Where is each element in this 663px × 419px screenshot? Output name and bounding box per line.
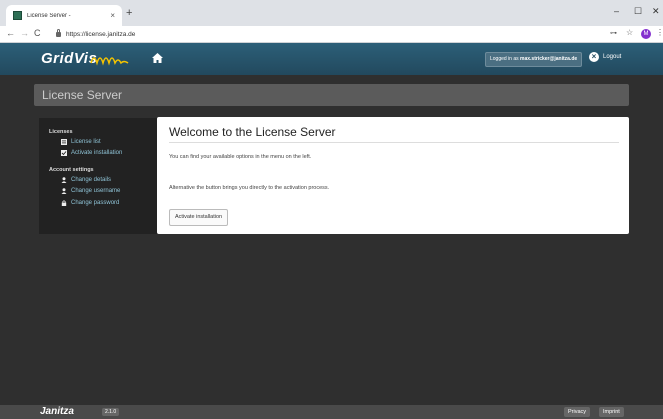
logged-in-badge: Logged in as max.stricker@janitza.de (485, 52, 583, 67)
tab-title: License Server - (27, 12, 71, 19)
sidebar-item-change-password[interactable]: Change password (61, 200, 119, 206)
sidebar-item-change-details[interactable]: Change details (61, 177, 111, 183)
profile-avatar[interactable]: M (641, 29, 651, 39)
imprint-link[interactable]: Imprint (599, 407, 624, 417)
favicon-icon (13, 11, 22, 20)
url-input[interactable]: https://license.janitza.de (56, 28, 596, 40)
sidebar-item-label: Change details (71, 177, 112, 183)
sidebar-item-label: License list (71, 139, 101, 145)
logout-label: Logout (603, 54, 622, 60)
privacy-link[interactable]: Privacy (564, 407, 591, 417)
new-tab-button[interactable]: + (126, 8, 132, 19)
lock-icon (61, 200, 67, 206)
sidebar-item-label: Change password (71, 200, 120, 206)
version-badge: 2.1.0 (102, 408, 120, 416)
licenses-heading: Licenses (49, 129, 73, 135)
browser-tab-bar: License Server - × + – ☐ ✕ (0, 0, 663, 26)
reload-button[interactable]: C (34, 28, 41, 39)
footer: Janitza 2.1.0 Privacy Imprint (0, 405, 663, 419)
checkbox-icon (61, 150, 67, 156)
page-title: License Server (42, 88, 123, 102)
close-circle-icon: × (589, 52, 599, 62)
sidebar-item-license-list[interactable]: License list (61, 139, 101, 145)
back-button[interactable]: ← (6, 28, 15, 39)
maximize-button[interactable]: ☐ (634, 6, 642, 16)
sidebar-item-change-username[interactable]: Change username (61, 188, 120, 194)
welcome-card: Welcome to the License Server You can fi… (157, 117, 629, 234)
sidebar: Licenses License list Activate installat… (39, 118, 157, 234)
logout-button[interactable]: × Logout (589, 52, 621, 62)
janitza-logo: Janitza (40, 406, 74, 417)
browser-tab[interactable]: License Server - × (6, 5, 122, 26)
account-settings-heading: Account settings (49, 167, 94, 173)
divider (169, 142, 619, 143)
tab-close-icon[interactable]: × (110, 11, 115, 20)
url-text: https://license.janitza.de (66, 30, 136, 38)
sidebar-item-activate-installation[interactable]: Activate installation (61, 150, 122, 156)
gridvis-logo: GridVis (41, 50, 98, 67)
star-icon[interactable]: ☆ (626, 28, 633, 37)
lock-icon (56, 28, 61, 37)
activation-hint-text: Alternative the button brings you direct… (169, 185, 330, 191)
forward-button[interactable]: → (20, 28, 29, 39)
list-icon (61, 139, 67, 145)
wave-logo-icon (90, 57, 129, 66)
logged-in-prefix: Logged in as (490, 56, 519, 62)
home-icon[interactable] (152, 53, 163, 63)
user-icon (61, 177, 67, 183)
intro-text: You can find your available options in t… (169, 154, 312, 160)
address-bar: ← → C https://license.janitza.de ⊶ ☆ M ⋮ (0, 26, 663, 43)
user-edit-icon (61, 188, 67, 194)
browser-menu-icon[interactable]: ⋮ (656, 28, 663, 37)
welcome-title: Welcome to the License Server (169, 125, 336, 139)
minimize-button[interactable]: – (614, 6, 619, 16)
app-header: GridVis Logged in as max.stricker@janitz… (0, 43, 663, 75)
sidebar-item-label: Activate installation (71, 150, 123, 156)
activate-installation-button[interactable]: Activate installation (169, 209, 229, 226)
sidebar-item-label: Change username (71, 188, 121, 194)
logged-in-user: max.stricker@janitza.de (520, 56, 578, 62)
close-window-button[interactable]: ✕ (652, 6, 660, 16)
key-icon[interactable]: ⊶ (610, 29, 617, 37)
page-banner: License Server (34, 84, 629, 106)
